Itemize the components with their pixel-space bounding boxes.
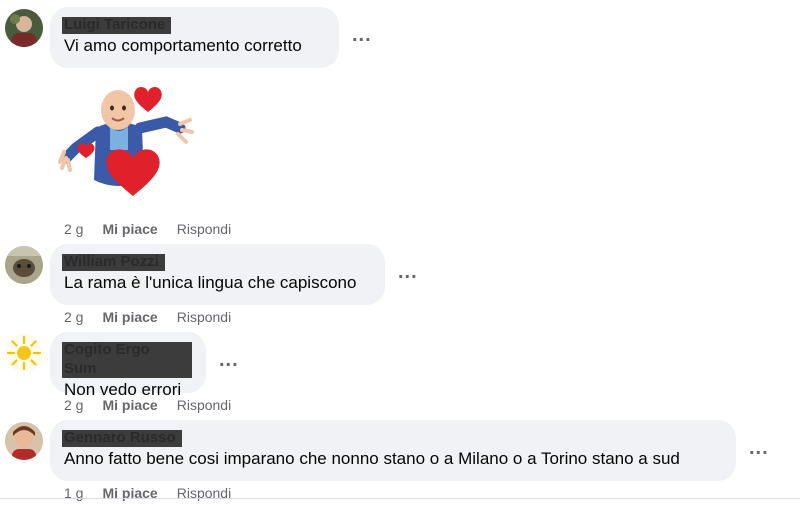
comment-actions: 2 g Mi piace Rispondi — [64, 397, 250, 413]
comment-time[interactable]: 2 g — [64, 221, 83, 237]
sticker-image — [58, 80, 196, 200]
comment-bubble: Cogito Ergo Sum Non vedo errori — [50, 332, 206, 399]
avatar[interactable] — [5, 246, 43, 284]
like-button[interactable]: Mi piace — [102, 221, 157, 237]
more-options-icon[interactable]: ... — [749, 438, 769, 458]
avatar[interactable] — [5, 9, 43, 47]
comment-author[interactable]: Luigi Taricone — [62, 15, 172, 34]
comment-text: La rama è l'unica lingua che capiscono — [64, 273, 357, 292]
avatar[interactable] — [5, 422, 43, 460]
comment-time[interactable]: 2 g — [64, 397, 83, 413]
more-options-icon[interactable]: ... — [219, 350, 239, 370]
comment-author[interactable]: William Pozzi — [62, 252, 165, 271]
comment-bubble: Luigi Taricone Vi amo comportamento corr… — [50, 7, 339, 68]
reply-button[interactable]: Rispondi — [177, 309, 231, 325]
reply-button[interactable]: Rispondi — [177, 397, 231, 413]
comment-text: Anno fatto bene cosi imparano che nonno … — [64, 449, 680, 468]
comment-bubble: William Pozzi La rama è l'unica lingua c… — [50, 244, 385, 305]
comment-author[interactable]: Gennaro Russo — [62, 428, 182, 447]
divider — [0, 498, 800, 499]
more-options-icon[interactable]: ... — [352, 25, 372, 45]
like-button[interactable]: Mi piace — [102, 309, 157, 325]
comment-time[interactable]: 2 g — [64, 309, 83, 325]
like-button[interactable]: Mi piace — [102, 397, 157, 413]
reply-button[interactable]: Rispondi — [177, 221, 231, 237]
comment-author[interactable]: Cogito Ergo Sum — [62, 340, 192, 378]
comment-text: Vi amo comportamento corretto — [64, 36, 302, 55]
comment-actions: 2 g Mi piace Rispondi — [64, 221, 250, 237]
avatar[interactable] — [5, 334, 43, 372]
more-options-icon[interactable]: ... — [398, 262, 418, 282]
comment-actions: 2 g Mi piace Rispondi — [64, 309, 250, 325]
comment-bubble: Gennaro Russo Anno fatto bene cosi impar… — [50, 420, 736, 481]
